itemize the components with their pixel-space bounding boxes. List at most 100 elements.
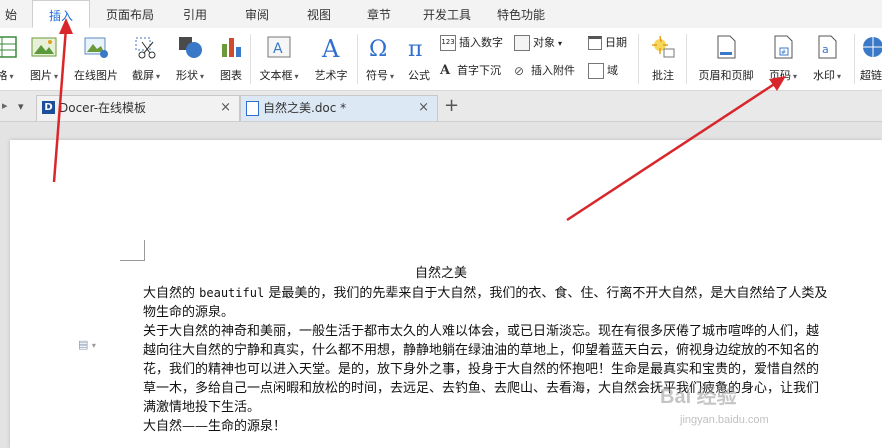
document-line: 大自然的 beautiful 是最美的，我们的先辈来自于大自然，我们的衣、食、住… — [143, 286, 828, 301]
tab-features[interactable]: 特色功能 — [488, 0, 554, 28]
table-button[interactable]: 格 ▾ — [0, 34, 18, 83]
watermark-icon: a — [818, 35, 837, 59]
chevron-down-icon: ▾ — [199, 72, 204, 81]
shape-button[interactable]: 形状 ▾ — [172, 34, 208, 83]
baidu-watermark: Bai 经验 — [660, 386, 737, 408]
chart-button[interactable]: 图表 — [216, 34, 246, 83]
table-icon — [0, 36, 17, 58]
document-line: 关于大自然的神奇和美丽，一般生活于都市太久的人难以体会，或已日渐淡忘。现在有很多… — [143, 324, 820, 339]
picture-button[interactable]: 图片 ▾ — [24, 34, 64, 83]
paperclip-icon: ⊘ — [514, 64, 525, 78]
english-word: beautiful — [199, 286, 265, 300]
close-icon[interactable]: × — [418, 96, 429, 120]
number-icon: 123 — [440, 35, 456, 51]
textbox-label: 文本框 — [259, 69, 293, 82]
chart-label: 图表 — [220, 69, 242, 82]
field-button[interactable]: 域 — [588, 62, 618, 80]
document-tab-bar: ▸ ▾ D Docer-在线模板 × 自然之美.doc * × + — [0, 91, 882, 122]
shape-icon — [179, 37, 202, 58]
wordart-icon: A — [321, 35, 340, 63]
online-picture-button[interactable]: 在线图片 — [70, 34, 122, 83]
svg-text:#: # — [781, 49, 786, 56]
chevron-down-icon: ▾ — [155, 72, 160, 81]
symbol-label: 符号 — [365, 69, 388, 82]
comment-icon — [652, 35, 675, 58]
comment-label: 批注 — [652, 69, 674, 82]
calendar-icon — [588, 36, 602, 50]
hyperlink-button[interactable]: 超链 — [860, 34, 882, 83]
chevron-down-icon: ▾ — [792, 72, 797, 81]
header-footer-icon — [717, 35, 736, 59]
chevron-down-icon: ▾ — [389, 72, 394, 81]
tab-developer[interactable]: 开发工具 — [414, 0, 480, 28]
online-picture-icon — [84, 37, 108, 58]
attachment-label: 插入附件 — [531, 64, 575, 77]
formula-button[interactable]: π 公式 — [404, 34, 434, 83]
tab-list-icon[interactable]: ▸ — [2, 99, 8, 112]
document-line: 大自然——生命的源泉！ — [143, 419, 287, 434]
tab-references[interactable]: 引用 — [172, 0, 218, 28]
document-line: 满激情地投下生活。 — [143, 400, 261, 415]
svg-text:π: π — [408, 37, 422, 60]
object-icon — [514, 35, 530, 51]
ribbon-divider — [854, 34, 855, 84]
picture-icon — [31, 37, 57, 57]
comment-button[interactable]: 批注 — [646, 34, 680, 83]
ribbon-toolbar: 格 ▾ 图片 ▾ 在线图片 截屏 ▾ 形状 ▾ 图表 A 文本框 ▾ A 艺术字 Ω 符号… — [0, 28, 882, 91]
wordart-button[interactable]: A 艺术字 — [310, 34, 352, 83]
ribbon-divider — [357, 34, 358, 84]
svg-text:Ω: Ω — [369, 37, 387, 60]
tab-label: Docer-在线模板 — [59, 101, 147, 115]
watermark-label: 水印 — [812, 69, 835, 82]
screenshot-button[interactable]: 截屏 ▾ — [128, 34, 164, 83]
pi-icon: π — [408, 37, 422, 62]
formula-label: 公式 — [408, 69, 430, 82]
paragraph-layout-icon[interactable]: ▤ ▾ — [78, 338, 96, 351]
dropcap-label: 首字下沉 — [457, 64, 501, 77]
tab-view[interactable]: 视图 — [296, 0, 342, 28]
tab-chapter[interactable]: 章节 — [356, 0, 402, 28]
document-line: 物生命的源泉。 — [143, 305, 235, 320]
textbox-button[interactable]: A 文本框 ▾ — [256, 34, 302, 83]
insert-number-button[interactable]: 123 插入数字 — [440, 34, 503, 52]
symbol-button[interactable]: Ω 符号 ▾ — [362, 34, 398, 83]
header-footer-label: 页眉和页脚 — [698, 69, 754, 82]
header-footer-button[interactable]: 页眉和页脚 — [694, 34, 758, 83]
scissors-icon — [135, 37, 156, 59]
svg-text:a: a — [822, 43, 829, 56]
page-number-button[interactable]: # 页码 ▾ — [764, 34, 802, 83]
dropcap-icon: A — [440, 63, 451, 78]
close-icon[interactable]: × — [220, 96, 231, 120]
picture-label: 图片 — [29, 69, 52, 82]
insert-number-label: 插入数字 — [459, 36, 503, 49]
table-label: 格 — [0, 69, 8, 82]
chevron-down-icon: ▾ — [9, 72, 14, 81]
dropcap-button[interactable]: A 首字下沉 — [440, 62, 501, 80]
svg-text:A: A — [321, 35, 340, 60]
hyperlink-label: 超链 — [860, 69, 882, 82]
svg-text:A: A — [273, 41, 283, 57]
baidu-watermark-url: jingyan.baidu.com — [680, 414, 769, 426]
attachment-button[interactable]: ⊘ 插入附件 — [514, 62, 575, 80]
object-button[interactable]: 对象 ▾ — [514, 34, 562, 52]
docer-icon: D — [42, 101, 55, 114]
tab-review[interactable]: 审阅 — [234, 0, 280, 28]
tab-docer-templates[interactable]: D Docer-在线模板 × — [36, 95, 240, 121]
omega-icon: Ω — [369, 37, 387, 62]
ribbon-divider — [250, 34, 251, 84]
watermark-button[interactable]: a 水印 ▾ — [806, 34, 848, 83]
tab-page-layout[interactable]: 页面布局 — [98, 0, 162, 28]
object-label: 对象 — [533, 36, 555, 49]
tab-insert[interactable]: 插入 — [32, 0, 90, 28]
tab-menu-chevron-icon[interactable]: ▾ — [18, 100, 24, 113]
tab-document[interactable]: 自然之美.doc * × — [240, 95, 438, 121]
tab-start[interactable]: 始 — [0, 0, 22, 28]
textbox-icon: A — [267, 36, 291, 58]
date-button[interactable]: 日期 — [588, 34, 627, 52]
new-tab-plus-icon[interactable]: + — [444, 95, 459, 116]
date-label: 日期 — [605, 36, 627, 49]
ribbon-divider — [686, 34, 687, 84]
chevron-down-icon: ▾ — [836, 72, 841, 81]
field-icon — [588, 63, 604, 79]
document-title: 自然之美 — [414, 266, 467, 281]
